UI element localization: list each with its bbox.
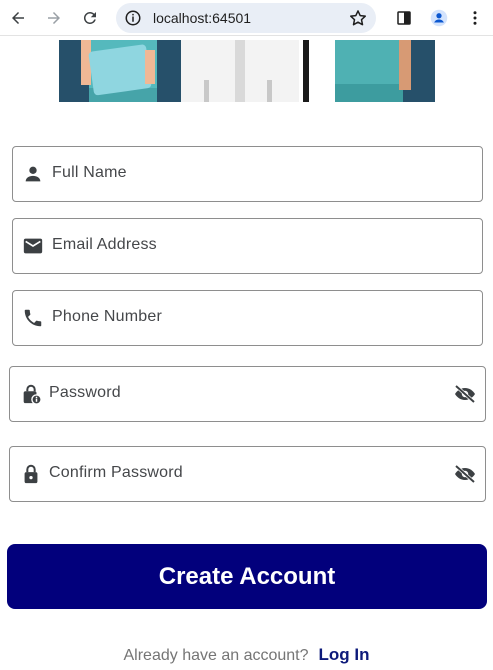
password-label: Password xyxy=(49,384,121,401)
mail-icon xyxy=(22,235,44,257)
reload-button[interactable] xyxy=(77,5,103,31)
visibility-off-icon[interactable] xyxy=(453,462,477,486)
medical-staff-image xyxy=(59,40,435,102)
phone-field[interactable]: Phone Number xyxy=(12,290,483,346)
confirm-password-label: Confirm Password xyxy=(49,464,183,481)
email-field[interactable]: Email Address xyxy=(12,218,483,274)
side-panel-button[interactable] xyxy=(391,5,417,31)
menu-button[interactable] xyxy=(462,5,488,31)
visibility-off-icon[interactable] xyxy=(453,382,477,406)
lock-info-icon xyxy=(20,383,42,405)
address-bar[interactable]: localhost:64501 xyxy=(116,3,376,33)
forward-button[interactable] xyxy=(41,5,67,31)
reload-icon xyxy=(83,11,96,24)
phone-label: Phone Number xyxy=(52,308,163,325)
info-icon[interactable] xyxy=(124,9,142,27)
create-account-button[interactable]: Create Account xyxy=(7,544,487,609)
email-label: Email Address xyxy=(52,236,157,253)
full-name-label: Full Name xyxy=(52,164,127,181)
lock-icon xyxy=(20,463,42,485)
url-text: localhost:64501 xyxy=(153,10,252,26)
confirm-password-field[interactable]: Confirm Password xyxy=(9,446,486,502)
login-link[interactable]: Log In xyxy=(319,645,370,664)
login-prompt-text: Already have an account? xyxy=(123,647,309,664)
star-icon[interactable] xyxy=(348,8,368,28)
hero-illustration xyxy=(59,40,435,102)
back-button[interactable] xyxy=(5,5,31,31)
forward-arrow-icon xyxy=(48,12,60,24)
password-field[interactable]: Password xyxy=(9,366,486,422)
more-vert-icon xyxy=(473,11,477,25)
person-icon xyxy=(22,163,44,185)
browser-toolbar: localhost:64501 xyxy=(0,0,493,36)
phone-icon xyxy=(22,307,44,329)
back-arrow-icon xyxy=(12,12,24,24)
profile-button[interactable] xyxy=(426,5,452,31)
side-panel-icon xyxy=(397,11,411,25)
profile-icon xyxy=(430,9,448,27)
full-name-field[interactable]: Full Name xyxy=(12,146,483,202)
login-prompt: Already have an account? Log In xyxy=(0,645,493,665)
